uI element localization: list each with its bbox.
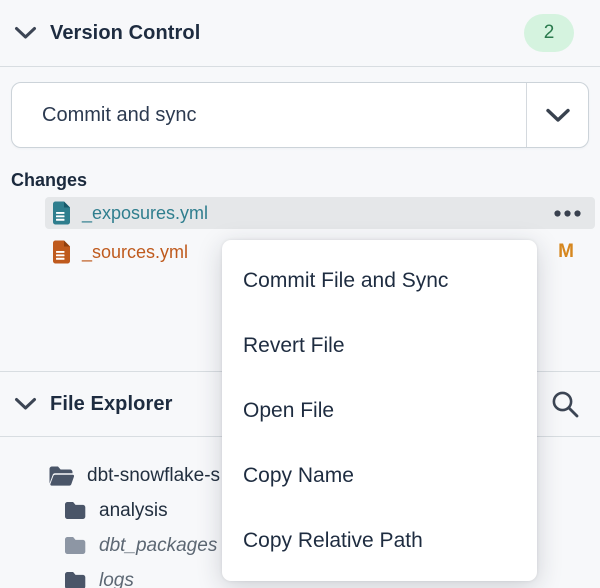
yml-file-icon: [52, 240, 71, 264]
folder-icon: [64, 571, 86, 588]
menu-item-copy-relative-path[interactable]: Copy Relative Path: [222, 508, 537, 573]
tree-item-label: analysis: [99, 500, 168, 522]
ellipsis-menu-icon[interactable]: [554, 210, 581, 217]
changes-section-label: Changes: [11, 170, 600, 191]
changed-file-name: _sources.yml: [82, 242, 188, 263]
chevron-down-icon: [14, 26, 37, 40]
chevron-down-icon: [14, 397, 37, 411]
changes-count-badge: 2: [524, 14, 574, 52]
commit-action-value: Commit and sync: [12, 83, 526, 147]
menu-item-revert-file[interactable]: Revert File: [222, 313, 537, 378]
tree-item-label: dbt_packages: [99, 535, 217, 557]
file-explorer-title: File Explorer: [50, 393, 172, 416]
version-control-title: Version Control: [50, 22, 200, 45]
changed-file-name: _exposures.yml: [82, 203, 208, 224]
folder-icon: [64, 536, 86, 555]
tree-item-label: logs: [99, 570, 134, 588]
folder-icon: [64, 501, 86, 520]
chevron-down-icon: [545, 108, 571, 123]
tree-item-label: dbt-snowflake-s: [87, 465, 220, 487]
file-context-menu: Commit File and Sync Revert File Open Fi…: [222, 240, 537, 581]
modified-status-flag: M: [558, 241, 574, 263]
version-control-header[interactable]: Version Control 2: [0, 0, 600, 67]
search-icon[interactable]: [550, 389, 580, 419]
changed-file-row-exposures[interactable]: _exposures.yml: [45, 197, 595, 229]
yml-file-icon: [52, 201, 71, 225]
menu-item-open-file[interactable]: Open File: [222, 378, 537, 443]
menu-item-copy-name[interactable]: Copy Name: [222, 443, 537, 508]
commit-action-dropdown[interactable]: Commit and sync: [11, 82, 589, 148]
commit-action-caret[interactable]: [526, 83, 588, 147]
folder-open-icon: [48, 465, 74, 487]
menu-item-commit-file-and-sync[interactable]: Commit File and Sync: [222, 248, 537, 313]
